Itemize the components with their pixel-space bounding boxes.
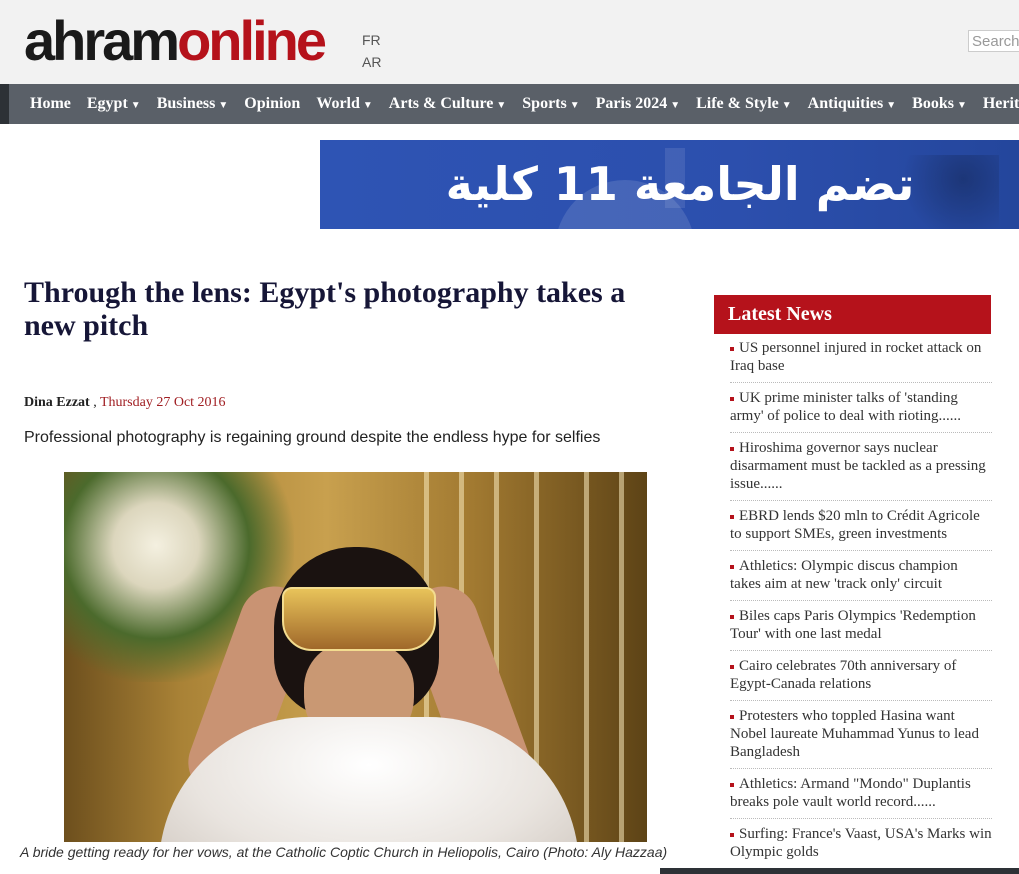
nav-item-paris-2024[interactable]: Paris 2024 ▼ (588, 84, 688, 124)
caret-down-icon: ▼ (670, 100, 681, 111)
photo-caption: A bride getting ready for her vows, at t… (20, 844, 668, 860)
article-photo (64, 472, 647, 842)
news-item-text: Biles caps Paris Olympics 'Redemption To… (730, 608, 976, 642)
ad-banner[interactable]: تضم الجامعة 11 كلية (320, 140, 1019, 229)
news-item-text: Athletics: Armand "Mondo" Duplantis brea… (730, 776, 971, 810)
photo-light-strand (619, 472, 624, 842)
site-logo[interactable]: ahramonline (24, 4, 327, 78)
bullet-icon (730, 832, 734, 837)
news-item-text: Hiroshima governor says nuclear disarmam… (730, 440, 986, 492)
news-item-text: Cairo celebrates 70th anniversary of Egy… (730, 658, 957, 692)
nav-item-label: Opinion (244, 95, 301, 112)
nav-list: Home Egypt ▼ Business ▼ Opinion World ▼ Art… (22, 84, 1019, 124)
bullet-icon (730, 782, 734, 787)
latest-news-item[interactable]: Protesters who toppled Hasina want Nobel… (730, 707, 992, 769)
nav-item-label: Paris 2024 (595, 95, 668, 112)
nav-item-business[interactable]: Business ▼ (149, 84, 237, 124)
bullet-icon (730, 346, 734, 351)
caret-down-icon: ▼ (130, 100, 141, 111)
caret-down-icon: ▼ (362, 100, 373, 111)
nav-item-heritage[interactable]: Heritage (975, 84, 1019, 124)
nav-item-life-style[interactable]: Life & Style ▼ (688, 84, 800, 124)
nav-item-label: Arts & Culture (388, 95, 494, 112)
latest-news-item[interactable]: EBRD lends $20 mln to Crédit Agricole to… (730, 507, 992, 551)
latest-news-item[interactable]: Biles caps Paris Olympics 'Redemption To… (730, 607, 992, 651)
bullet-icon (730, 564, 734, 569)
article-byline: Dina Ezzat , Thursday 27 Oct 2016 (24, 395, 226, 411)
news-item-text: EBRD lends $20 mln to Crédit Agricole to… (730, 508, 980, 542)
caret-down-icon: ▼ (496, 100, 507, 111)
latest-news-heading: Latest News (714, 295, 991, 334)
nav-item-world[interactable]: World ▼ (308, 84, 380, 124)
nav-item-label: World (316, 95, 360, 112)
bullet-icon (730, 514, 734, 519)
nav-item-label: Books (912, 95, 954, 112)
logo-part-online: online (177, 9, 327, 72)
caret-down-icon: ▼ (886, 100, 897, 111)
nav-item-opinion[interactable]: Opinion (236, 84, 308, 124)
news-item-text: US personnel injured in rocket attack on… (730, 340, 982, 374)
site-header: ahramonline FR AR (0, 0, 1019, 84)
lang-ar-link[interactable]: AR (362, 54, 381, 70)
latest-news-item[interactable]: Hiroshima governor says nuclear disarmam… (730, 439, 992, 501)
nav-item-label: Sports (522, 95, 567, 112)
nav-item-label: Antiquities (807, 95, 884, 112)
nav-item-label: Heritage (982, 95, 1019, 112)
article-date: Thursday 27 Oct 2016 (99, 395, 226, 410)
search-input[interactable] (968, 30, 1019, 52)
banner-text: تضم الجامعة 11 كلية (445, 157, 915, 211)
main-nav: Home Egypt ▼ Business ▼ Opinion World ▼ Art… (0, 84, 1019, 124)
latest-news-item[interactable]: US personnel injured in rocket attack on… (730, 339, 992, 383)
latest-news-item[interactable]: UK prime minister talks of 'standing arm… (730, 389, 992, 433)
byline-separator: , (89, 395, 100, 410)
news-item-text: Protesters who toppled Hasina want Nobel… (730, 708, 979, 760)
logo-part-ahram: ahram (24, 9, 180, 72)
latest-news-item[interactable]: Athletics: Olympic discus champion takes… (730, 557, 992, 601)
nav-left-accent (0, 84, 9, 124)
nav-item-label: Life & Style (696, 95, 779, 112)
caret-down-icon: ▼ (218, 100, 229, 111)
latest-news-item[interactable]: Surfing: France's Vaast, USA's Marks win… (730, 825, 992, 865)
bullet-icon (730, 614, 734, 619)
latest-news-item[interactable]: Athletics: Armand "Mondo" Duplantis brea… (730, 775, 992, 819)
photo-crown (282, 587, 436, 651)
photo-light-strand (584, 472, 589, 842)
news-item-text: Surfing: France's Vaast, USA's Marks win… (730, 826, 992, 860)
caret-down-icon: ▼ (781, 100, 792, 111)
nav-item-books[interactable]: Books ▼ (904, 84, 975, 124)
nav-item-label: Business (156, 95, 216, 112)
latest-news-item[interactable]: Cairo celebrates 70th anniversary of Egy… (730, 657, 992, 701)
caret-down-icon: ▼ (956, 100, 967, 111)
nav-item-sports[interactable]: Sports ▼ (514, 84, 587, 124)
nav-item-label: Home (30, 95, 71, 112)
lang-fr-link[interactable]: FR (362, 32, 381, 48)
bullet-icon (730, 664, 734, 669)
caret-down-icon: ▼ (569, 100, 580, 111)
news-item-text: Athletics: Olympic discus champion takes… (730, 558, 958, 592)
bullet-icon (730, 714, 734, 719)
nav-item-home[interactable]: Home (22, 84, 79, 124)
news-item-text: UK prime minister talks of 'standing arm… (730, 390, 961, 424)
nav-item-arts-culture[interactable]: Arts & Culture ▼ (381, 84, 514, 124)
article-headline: Through the lens: Egypt's photography ta… (24, 276, 626, 342)
nav-item-egypt[interactable]: Egypt ▼ (79, 84, 149, 124)
bullet-icon (730, 396, 734, 401)
nav-item-antiquities[interactable]: Antiquities ▼ (800, 84, 904, 124)
article-summary: Professional photography is regaining gr… (24, 429, 601, 446)
footer-divider (660, 868, 1019, 874)
nav-item-label: Egypt (86, 95, 128, 112)
bullet-icon (730, 446, 734, 451)
article-author[interactable]: Dina Ezzat (24, 395, 90, 410)
